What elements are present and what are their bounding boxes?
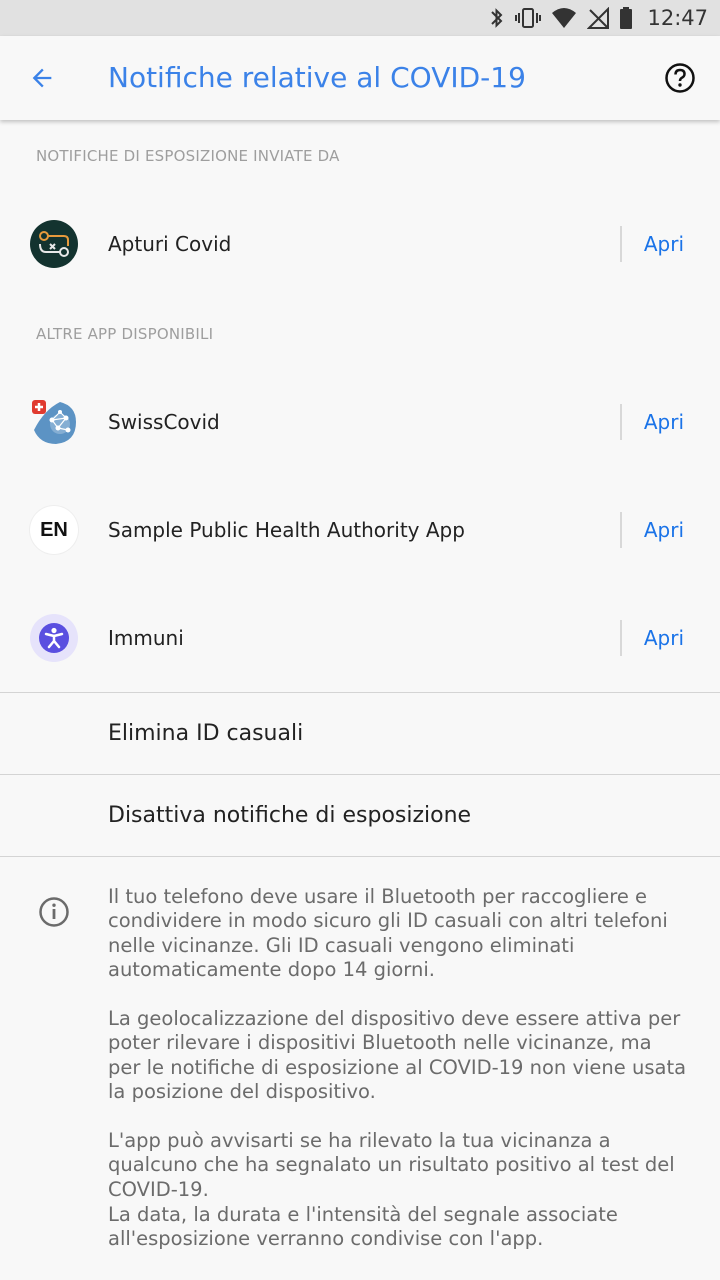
section-header-sent-by: NOTIFICHE DI ESPOSIZIONE INVIATE DA (36, 147, 340, 165)
wifi-icon (552, 8, 577, 28)
info-paragraph: L'app può avvisarti se ha rilevato la tu… (108, 1129, 675, 1201)
back-button[interactable] (18, 54, 66, 102)
info-paragraph: Il tuo telefono deve usare il Bluetooth … (108, 885, 668, 981)
en-icon-label: EN (40, 518, 68, 541)
no-signal-icon (587, 7, 610, 29)
divider (0, 856, 720, 857)
immuni-icon (30, 614, 78, 662)
row-divider (620, 226, 622, 262)
delete-ids-button[interactable]: Elimina ID casuali (0, 694, 720, 774)
disable-notifications-button[interactable]: Disattiva notifiche di esposizione (0, 776, 720, 856)
app-name: Immuni (108, 626, 184, 650)
app-bar: Notifiche relative al COVID-19 (0, 36, 720, 120)
status-bar: 12:47 (0, 0, 720, 36)
en-icon: EN (30, 506, 78, 554)
divider (0, 692, 720, 693)
app-name: Sample Public Health Authority App (108, 518, 465, 542)
section-header-other-apps: ALTRE APP DISPONIBILI (36, 325, 214, 343)
battery-icon (620, 7, 633, 29)
help-icon (665, 63, 695, 93)
row-divider (620, 512, 622, 548)
app-row-apturi-covid[interactable]: Apturi Covid Apri (0, 190, 720, 298)
info-paragraph: La data, la durata e l'intensità del seg… (108, 1203, 618, 1251)
row-divider (620, 404, 622, 440)
swisscovid-icon (30, 398, 78, 446)
open-link[interactable]: Apri (644, 476, 684, 584)
bluetooth-icon (491, 8, 503, 28)
disable-notifications-label: Disattiva notifiche di esposizione (108, 803, 472, 828)
info-icon (39, 897, 69, 927)
vibrate-icon (515, 8, 542, 28)
open-link[interactable]: Apri (644, 584, 684, 692)
info-paragraph: La geolocalizzazione del dispositivo dev… (108, 1007, 687, 1103)
help-button[interactable] (656, 54, 704, 102)
status-icons: 12:47 (489, 0, 708, 36)
app-row-swisscovid[interactable]: SwissCovid Apri (0, 368, 720, 476)
page-title: Notifiche relative al COVID-19 (108, 61, 526, 94)
divider (0, 774, 720, 775)
open-link[interactable]: Apri (644, 190, 684, 298)
app-row-immuni[interactable]: Immuni Apri (0, 584, 720, 692)
app-name: SwissCovid (108, 410, 220, 434)
row-divider (620, 620, 622, 656)
status-time: 12:47 (647, 6, 708, 30)
arrow-back-icon (32, 68, 52, 88)
app-name: Apturi Covid (108, 232, 232, 256)
open-link[interactable]: Apri (644, 368, 684, 476)
apturi-covid-icon (30, 220, 78, 268)
delete-ids-label: Elimina ID casuali (108, 721, 304, 746)
app-row-sample-public-health[interactable]: EN Sample Public Health Authority App Ap… (0, 476, 720, 584)
